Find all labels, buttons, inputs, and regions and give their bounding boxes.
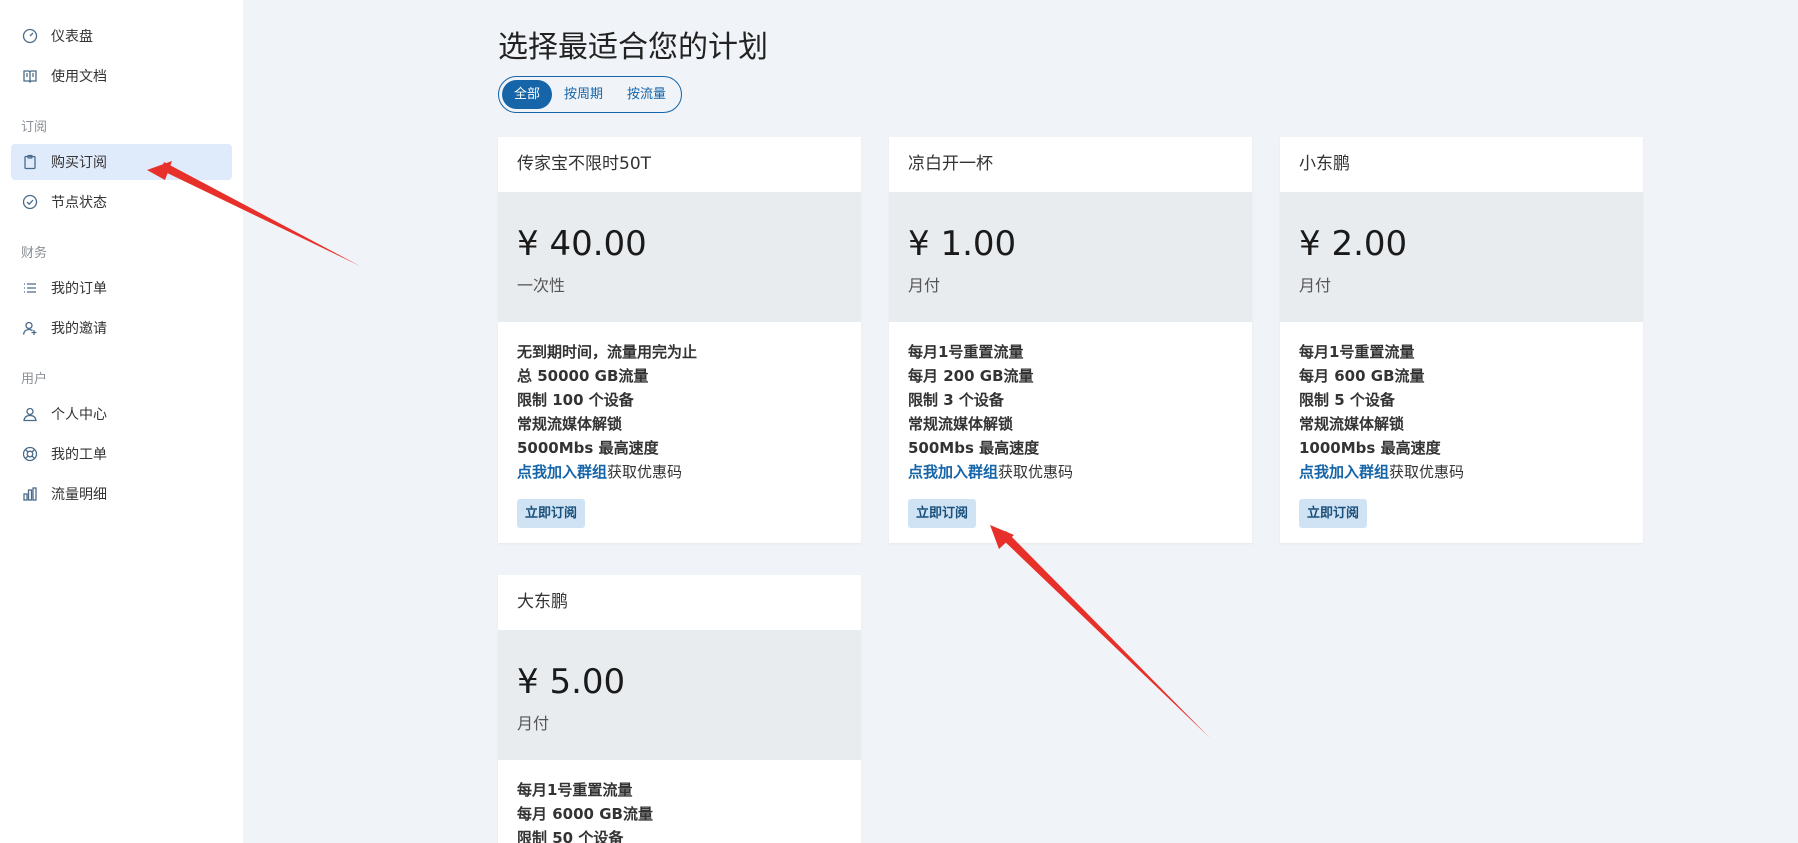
sidebar-item-label: 我的邀请 <box>51 321 107 337</box>
page-title: 选择最适合您的计划 <box>498 30 768 65</box>
plan-features: 每月1号重置流量 每月 600 GB流量 限制 5 个设备 常规流媒体解锁 10… <box>1280 322 1643 484</box>
plan-price: ¥ 2.00 <box>1299 224 1408 264</box>
sidebar-item-label: 仪表盘 <box>51 29 93 45</box>
dashboard-gauge-icon <box>22 28 38 44</box>
check-circle-icon <box>22 194 38 210</box>
filter-by-traffic[interactable]: 按流量 <box>615 80 678 109</box>
sidebar-item-node-status[interactable]: 节点状态 <box>11 184 232 220</box>
plan-price: ¥ 1.00 <box>908 224 1017 264</box>
sidebar-item-traffic-details[interactable]: 流量明细 <box>11 476 232 512</box>
sidebar-item-label: 节点状态 <box>51 195 107 211</box>
feature-line: 每月1号重置流量 <box>908 343 1024 361</box>
plan-period: 一次性 <box>517 276 566 295</box>
sidebar-item-tickets[interactable]: 我的工单 <box>11 436 232 472</box>
list-icon <box>22 280 38 296</box>
subscribe-button[interactable]: 立即订阅 <box>517 499 586 528</box>
feature-line: 每月 6000 GB流量 <box>517 805 653 823</box>
plan-name: 大东鹏 <box>498 575 861 630</box>
plan-name: 凉白开一杯 <box>889 137 1252 192</box>
join-group-link[interactable]: 点我加入群组 <box>517 463 607 481</box>
filter-by-period[interactable]: 按周期 <box>552 80 615 109</box>
plan-price: ¥ 5.00 <box>517 662 626 702</box>
plan-filter: 全部 按周期 按流量 <box>498 76 683 113</box>
sidebar-item-label: 个人中心 <box>51 407 107 423</box>
plan-features: 每月1号重置流量 每月 6000 GB流量 限制 50 个设备 <box>498 760 861 843</box>
feature-line: 限制 100 个设备 <box>517 391 634 409</box>
coupon-text: 获取优惠码 <box>1389 463 1465 481</box>
feature-line: 总 50000 GB流量 <box>517 367 649 385</box>
feature-line: 1000Mbs 最高速度 <box>1299 439 1441 457</box>
filter-all[interactable]: 全部 <box>502 80 553 109</box>
plan-period: 月付 <box>1299 276 1332 295</box>
nav-section-finance: 财务 <box>21 246 48 261</box>
user-invite-icon <box>22 320 38 336</box>
bar-chart-icon <box>22 486 38 502</box>
price-box: ¥ 2.00 月付 <box>1280 192 1643 322</box>
sidebar-item-my-orders[interactable]: 我的订单 <box>11 270 232 306</box>
plan-period: 月付 <box>908 276 941 295</box>
sidebar-item-label: 购买订阅 <box>51 155 107 171</box>
main-content: 选择最适合您的计划 全部 按周期 按流量 传家宝不限时50T ¥ 40.00 一… <box>243 0 1798 843</box>
feature-line: 每月 200 GB流量 <box>908 367 1034 385</box>
nav-section-user: 用户 <box>21 372 48 387</box>
sidebar-item-label: 我的工单 <box>51 447 107 463</box>
join-group-link[interactable]: 点我加入群组 <box>1299 463 1389 481</box>
coupon-text: 获取优惠码 <box>607 463 683 481</box>
sidebar-item-profile[interactable]: 个人中心 <box>11 396 232 432</box>
feature-line: 点我加入群组获取优惠码 <box>908 460 1233 484</box>
sidebar: 仪表盘 使用文档 订阅 购买订阅 节点状态 财务 我的订单 我的邀请 用户 个人… <box>0 0 243 843</box>
coupon-text: 获取优惠码 <box>998 463 1074 481</box>
feature-line: 限制 50 个设备 <box>517 829 624 843</box>
plan-features: 每月1号重置流量 每月 200 GB流量 限制 3 个设备 常规流媒体解锁 50… <box>889 322 1252 484</box>
plan-card: 大东鹏 ¥ 5.00 月付 每月1号重置流量 每月 6000 GB流量 限制 5… <box>498 575 861 843</box>
sidebar-item-docs[interactable]: 使用文档 <box>11 58 232 94</box>
plan-name: 传家宝不限时50T <box>498 137 861 192</box>
feature-line: 常规流媒体解锁 <box>1299 415 1405 433</box>
sidebar-item-label: 使用文档 <box>51 69 107 85</box>
plan-price: ¥ 40.00 <box>517 224 647 264</box>
user-icon <box>22 406 38 422</box>
join-group-link[interactable]: 点我加入群组 <box>908 463 998 481</box>
feature-line: 每月 600 GB流量 <box>1299 367 1425 385</box>
plan-card: 小东鹏 ¥ 2.00 月付 每月1号重置流量 每月 600 GB流量 限制 5 … <box>1280 137 1643 543</box>
feature-line: 每月1号重置流量 <box>517 781 633 799</box>
sidebar-item-label: 我的订单 <box>51 281 107 297</box>
feature-line: 限制 3 个设备 <box>908 391 1004 409</box>
sidebar-item-buy-subscription[interactable]: 购买订阅 <box>11 144 232 180</box>
plan-features: 无到期时间，流量用完为止 总 50000 GB流量 限制 100 个设备 常规流… <box>498 322 861 484</box>
feature-line: 点我加入群组获取优惠码 <box>517 460 842 484</box>
sidebar-item-label: 流量明细 <box>51 487 107 503</box>
sidebar-item-my-invites[interactable]: 我的邀请 <box>11 310 232 346</box>
nav-section-subscription: 订阅 <box>21 120 48 135</box>
feature-line: 常规流媒体解锁 <box>517 415 623 433</box>
clipboard-icon <box>22 154 38 170</box>
feature-line: 每月1号重置流量 <box>1299 343 1415 361</box>
feature-line: 无到期时间，流量用完为止 <box>517 343 698 361</box>
feature-line: 常规流媒体解锁 <box>908 415 1014 433</box>
plan-name: 小东鹏 <box>1280 137 1643 192</box>
feature-line: 点我加入群组获取优惠码 <box>1299 460 1624 484</box>
feature-line: 5000Mbs 最高速度 <box>517 439 659 457</box>
price-box: ¥ 40.00 一次性 <box>498 192 861 322</box>
feature-line: 500Mbs 最高速度 <box>908 439 1040 457</box>
plan-card: 凉白开一杯 ¥ 1.00 月付 每月1号重置流量 每月 200 GB流量 限制 … <box>889 137 1252 543</box>
book-icon <box>22 68 38 84</box>
feature-line: 限制 5 个设备 <box>1299 391 1395 409</box>
subscribe-button[interactable]: 立即订阅 <box>908 499 977 528</box>
plan-card: 传家宝不限时50T ¥ 40.00 一次性 无到期时间，流量用完为止 总 500… <box>498 137 861 543</box>
sidebar-item-dashboard[interactable]: 仪表盘 <box>11 18 232 54</box>
price-box: ¥ 5.00 月付 <box>498 630 861 760</box>
subscribe-button[interactable]: 立即订阅 <box>1299 499 1368 528</box>
plan-period: 月付 <box>517 714 550 733</box>
price-box: ¥ 1.00 月付 <box>889 192 1252 322</box>
support-lifebuoy-icon <box>22 446 38 462</box>
